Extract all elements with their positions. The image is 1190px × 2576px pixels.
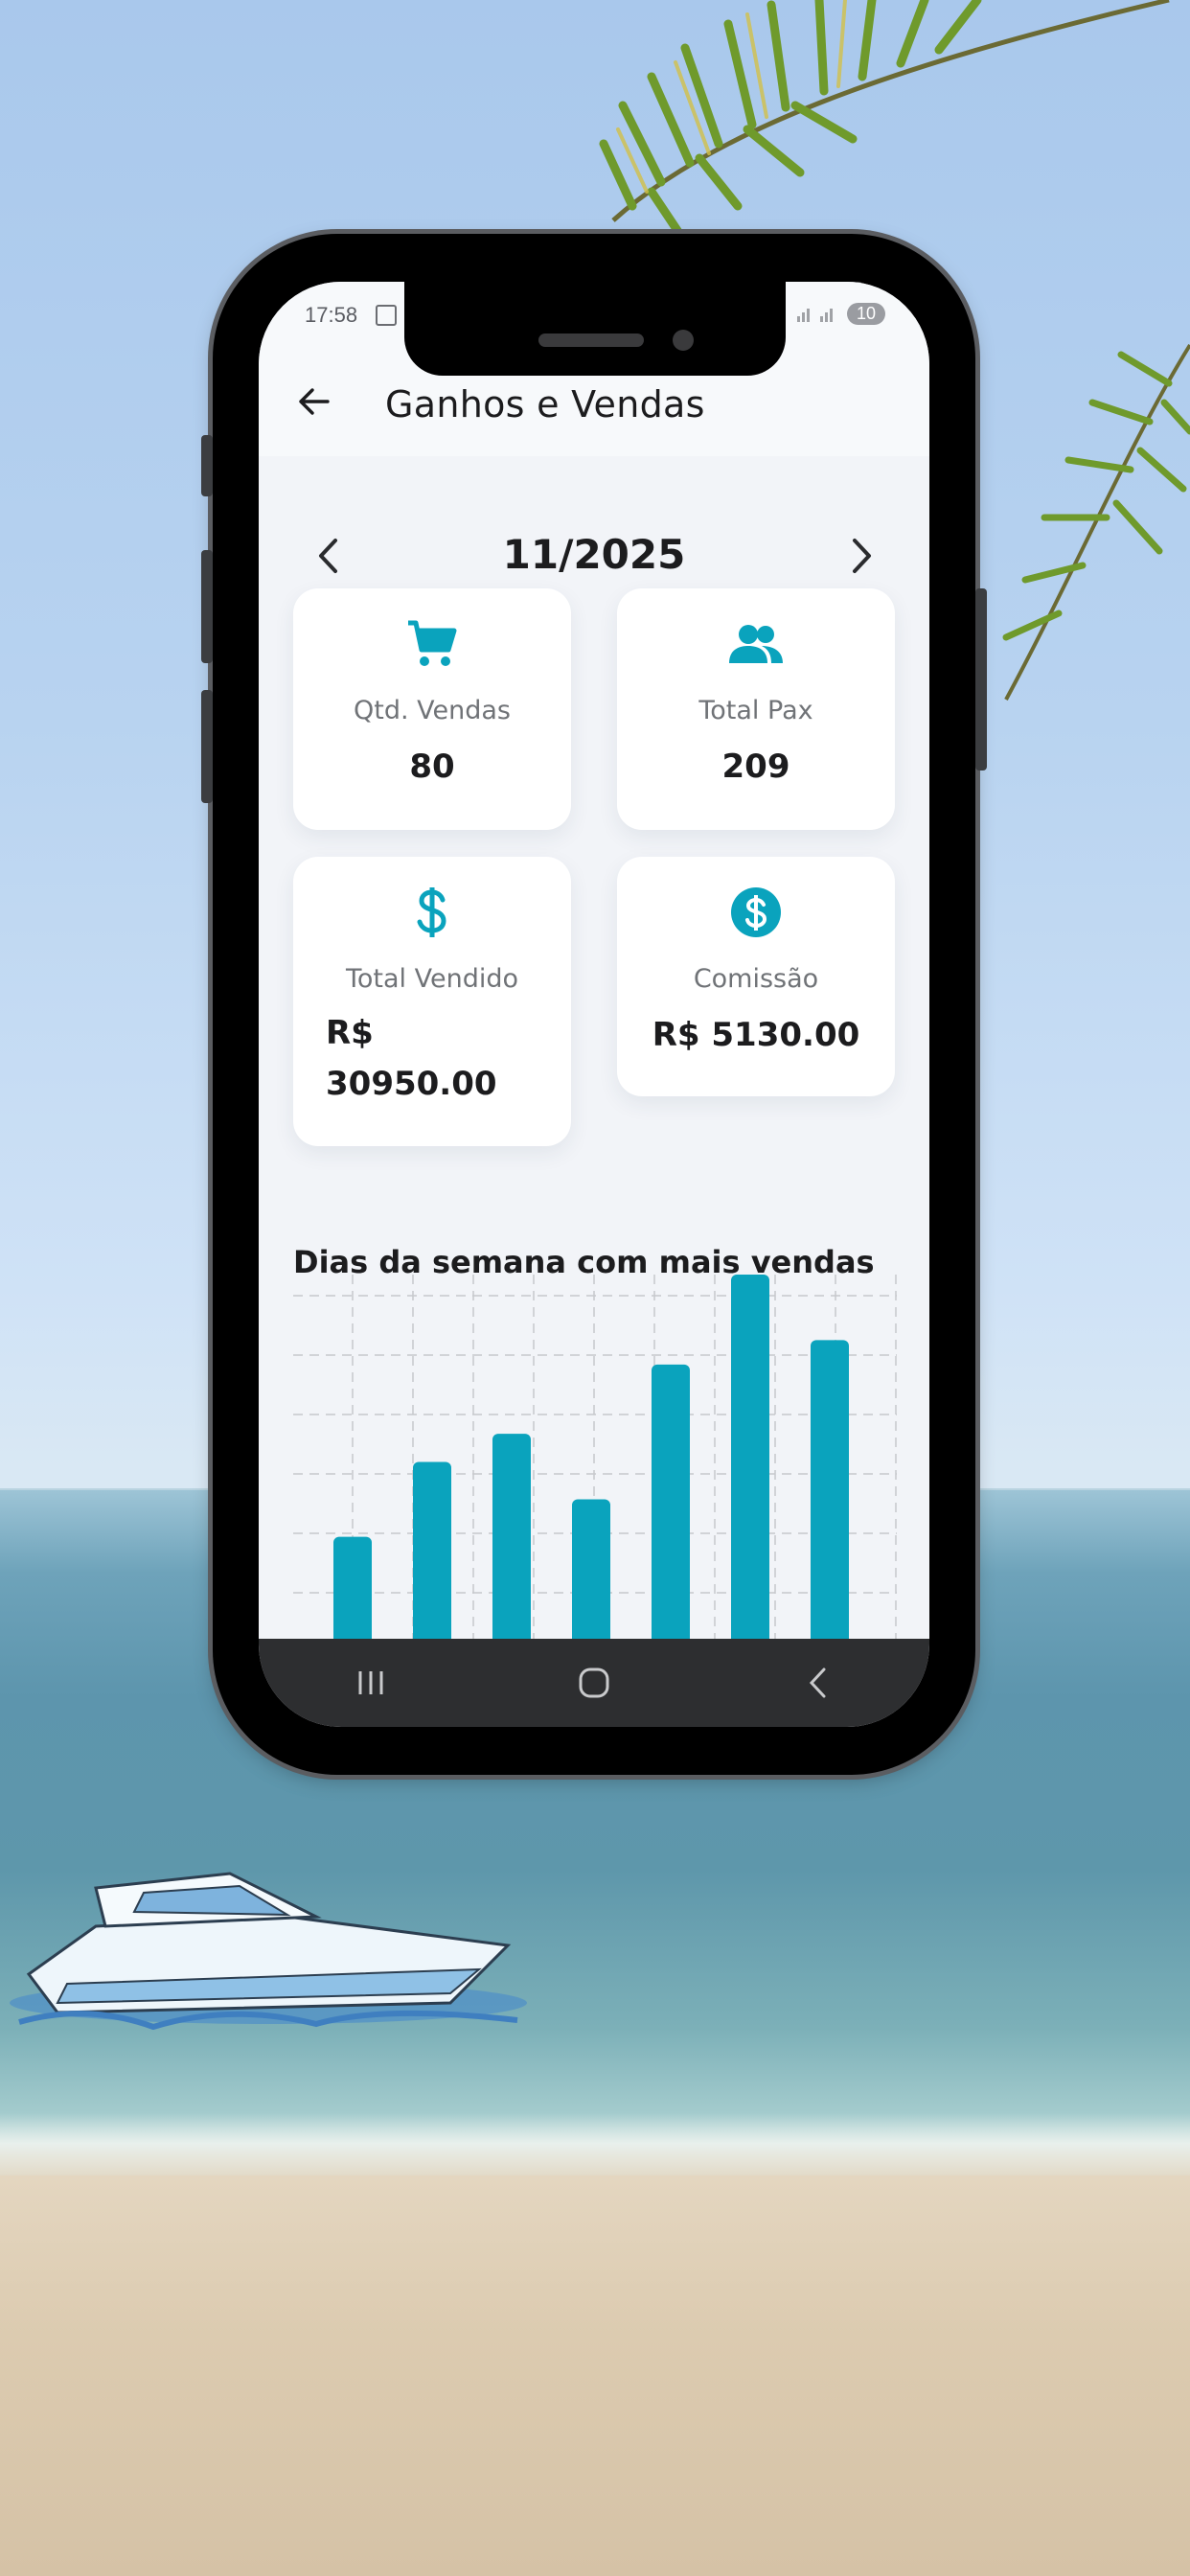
card-label: Comissão	[693, 964, 819, 994]
background-scene: 17:58 10 Ganhos e Vendas 11/2025 Qtd. Ve…	[0, 0, 1190, 2576]
card-commission: Comissão R$ 5130.00	[617, 857, 895, 1096]
phone-frame: 17:58 10 Ganhos e Vendas 11/2025 Qtd. Ve…	[201, 234, 987, 1775]
card-value: 80	[409, 748, 455, 786]
navigation-bar	[259, 1639, 929, 1727]
home-icon[interactable]	[537, 1644, 652, 1721]
battery-indicator: 10	[846, 303, 885, 325]
boat-illustration	[10, 1872, 527, 2031]
people-icon	[617, 615, 895, 673]
page-title: Ganhos e Vendas	[385, 383, 705, 426]
chart-bar[interactable]	[652, 1364, 690, 1677]
dollar-icon	[293, 884, 571, 941]
back-chevron-icon[interactable]	[760, 1644, 875, 1721]
palm-leaves-right	[1002, 343, 1190, 701]
card-label: Total Pax	[698, 696, 813, 725]
volume-down-button	[201, 690, 213, 803]
volume-up-button	[201, 550, 213, 663]
power-button	[975, 588, 987, 770]
beach-sand	[0, 2175, 1190, 2576]
palm-leaves-top	[599, 0, 1170, 240]
status-icons: 10	[795, 303, 885, 325]
chevron-right-icon[interactable]	[834, 527, 891, 585]
card-total-sold: Total Vendido R$ 30950.00	[293, 857, 571, 1146]
status-time: 17:58	[305, 303, 358, 327]
signal-icon	[796, 308, 833, 322]
app-screen: 17:58 10 Ganhos e Vendas 11/2025 Qtd. Ve…	[259, 282, 929, 1727]
card-label: Total Vendido	[345, 964, 519, 994]
shore-foam	[0, 2113, 1190, 2180]
recents-icon[interactable]	[313, 1644, 428, 1721]
phone-notch	[404, 276, 786, 376]
cart-icon	[293, 615, 571, 673]
side-button	[201, 435, 213, 496]
card-value: R$ 5130.00	[652, 1016, 860, 1054]
front-camera	[673, 330, 694, 351]
card-total-pax: Total Pax 209	[617, 588, 895, 830]
sales-by-weekday-chart	[293, 1275, 897, 1677]
card-value: R$ 30950.00	[326, 1014, 497, 1103]
chart-bar[interactable]	[811, 1340, 849, 1677]
card-sales-count: Qtd. Vendas 80	[293, 588, 571, 830]
chevron-left-icon[interactable]	[299, 527, 356, 585]
screenshot-icon	[376, 305, 397, 326]
card-label: Qtd. Vendas	[354, 696, 511, 725]
arrow-left-icon[interactable]	[287, 376, 339, 427]
chart-bar[interactable]	[731, 1275, 769, 1677]
month-label: 11/2025	[502, 531, 686, 578]
speaker-grille	[538, 334, 644, 347]
dollar-circle-icon	[617, 884, 895, 941]
card-value: 209	[721, 748, 790, 786]
